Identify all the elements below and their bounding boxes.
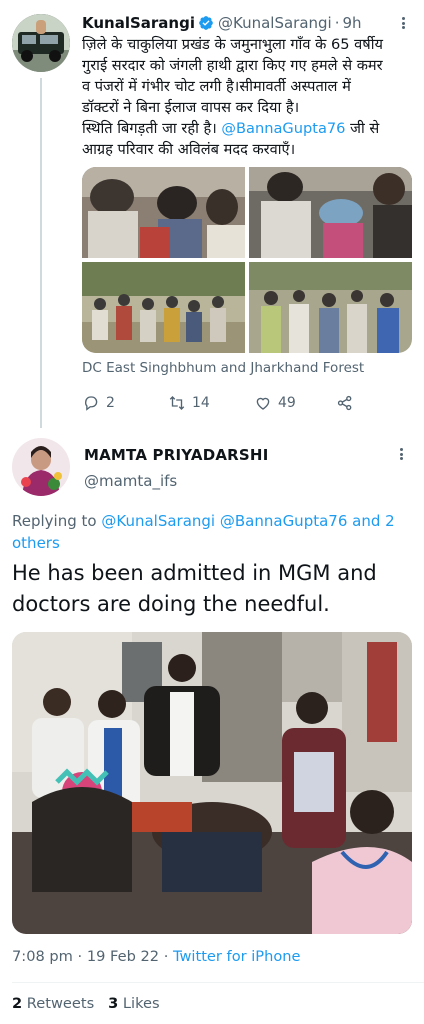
tweet2-source[interactable]: Twitter for iPhone (173, 948, 301, 965)
tweet2-date[interactable]: 19 Feb 22 (87, 948, 159, 965)
tweet1-timestamp[interactable]: 9h (343, 14, 362, 32)
tweet1-photo-3[interactable] (82, 262, 245, 353)
share-icon (337, 395, 352, 411)
like-button[interactable]: 49 (254, 394, 296, 412)
tweet2-photo[interactable] (12, 632, 412, 934)
retweet-count: 14 (192, 395, 210, 411)
replying-mention[interactable]: @KunalSarangi (101, 512, 215, 530)
tweet2-text-line: He has been admitted in MGM and (12, 561, 377, 585)
tweet2-handle[interactable]: @mamta_ifs (84, 472, 177, 490)
retweet-icon (169, 396, 185, 410)
retweet-button[interactable]: 14 (168, 394, 210, 412)
mention-link[interactable]: @BannaGupta76 (221, 120, 345, 137)
tweet2-text: He has been admitted in MGM and doctors … (12, 558, 412, 620)
tweet1-display-name[interactable]: KunalSarangi (82, 14, 195, 32)
tweet1-text-line: व पंजरों में गंभीर चोट लगी है।सीमावर्ती … (82, 78, 351, 95)
more-options-icon[interactable] (396, 14, 410, 32)
tweet1-photo-1[interactable] (82, 167, 245, 258)
tweet1-text-line: आग्रह परिवार की अविलंब मदद करवाएँ। (82, 141, 296, 158)
more-options-icon[interactable] (394, 445, 408, 463)
tweet2-time[interactable]: 7:08 pm (12, 948, 73, 965)
reply-icon (84, 396, 98, 411)
avatar-mamta-priyadarshi[interactable] (12, 438, 70, 496)
likes-count: 3 (108, 995, 119, 1012)
tweet1-text-segment: स्थिति बिगड़ती जा रही है। (82, 120, 217, 137)
stats-divider (12, 982, 424, 983)
tweet1-text-line: डॉक्टरों ने बिना ईलाज वापस कर दिया है। (82, 99, 300, 116)
tweet1-separator: · (334, 14, 340, 32)
tweet1-photo-4[interactable] (249, 262, 412, 353)
thread-connector-line (40, 78, 42, 428)
like-icon (256, 397, 270, 410)
like-count: 49 (278, 395, 296, 411)
tweet1-media-tag[interactable]: DC East Singhbhum and Jharkhand Forest (82, 360, 364, 376)
likes-stat[interactable]: 3 Likes (108, 995, 160, 1012)
likes-label: Likes (122, 995, 160, 1012)
retweets-label: Retweets (26, 995, 95, 1012)
avatar-kunalsarangi[interactable] (12, 14, 70, 72)
share-button[interactable] (336, 394, 360, 412)
tweet2-display-name[interactable]: MAMTA PRIYADARSHI (84, 446, 268, 464)
tweet1-header: KunalSarangi @KunalSarangi · 9h (82, 12, 412, 34)
tweet1-text-segment: जी से (350, 120, 380, 137)
reply-button[interactable]: 2 (82, 394, 115, 412)
tweet1-text-line: स्थिति बिगड़ती जा रही है। @BannaGupta76 … (82, 118, 412, 139)
retweets-stat[interactable]: 2 Retweets (12, 995, 94, 1012)
tweet2-meta: 7:08 pm · 19 Feb 22 · Twitter for iPhone (12, 948, 301, 965)
replying-others-link[interactable]: and 2 (352, 512, 395, 530)
replying-mention[interactable]: @BannaGupta76 (220, 512, 348, 530)
tweet1-handle[interactable]: @KunalSarangi (218, 14, 332, 32)
meta-separator: · (77, 948, 83, 965)
replying-prefix: Replying to (12, 512, 97, 530)
meta-separator: · (163, 948, 169, 965)
tweet1-photo-2[interactable] (249, 167, 412, 258)
replying-to: Replying to @KunalSarangi @BannaGupta76 … (12, 510, 412, 554)
tweet2-text-line: doctors are doing the needful. (12, 592, 330, 616)
tweet1-text: ज़िले के चाकुलिया प्रखंड के जमुनाभुला गा… (82, 34, 412, 160)
replying-others-link[interactable]: others (12, 534, 60, 552)
tweet2-stats: 2 Retweets 3 Likes (12, 995, 160, 1012)
tweet1-action-bar: 2 14 49 (82, 392, 382, 414)
reply-count: 2 (106, 395, 115, 411)
verified-badge-icon (199, 16, 213, 30)
tweet1-text-line: गुराई सरदार को जंगली हाथी द्वारा किए गए … (82, 57, 383, 74)
tweet1-photo-grid (82, 167, 412, 353)
retweets-count: 2 (12, 995, 23, 1012)
tweet1-text-line: ज़िले के चाकुलिया प्रखंड के जमुनाभुला गा… (82, 36, 383, 53)
